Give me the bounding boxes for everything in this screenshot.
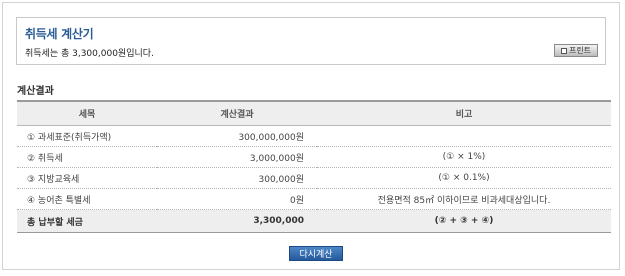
row-note: (① × 0.1%) <box>317 167 611 189</box>
column-header-result: 계산결과 <box>157 101 317 126</box>
row-item: ④ 농어촌 특별세 <box>17 188 157 210</box>
total-item: 총 납부할 세금 <box>17 209 157 233</box>
print-button-label: 프린트 <box>568 46 592 55</box>
row-result: 3,000,000원 <box>157 146 317 168</box>
calculator-panel: 취득세 계산기 취득세는 총 3,300,000원입니다. 프린트 계산결과 세… <box>2 2 620 270</box>
summary-box: 취득세 계산기 취득세는 총 3,300,000원입니다. 프린트 <box>16 17 606 65</box>
row-item: ③ 지방교육세 <box>17 167 157 189</box>
total-tax-summary: 취득세는 총 3,300,000원입니다. <box>25 49 154 59</box>
section-title: 계산결과 <box>17 86 54 97</box>
row-result: 300,000,000원 <box>157 125 317 147</box>
column-header-note: 비고 <box>317 101 611 126</box>
row-result: 0원 <box>157 188 317 210</box>
table-row: ④ 농어촌 특별세 0원 전용면적 85㎡ 이하이므로 비과세대상입니다. <box>17 188 611 210</box>
row-note: (① × 1%) <box>317 146 611 168</box>
calculator-title: 취득세 계산기 <box>25 27 94 41</box>
table-row: ③ 지방교육세 300,000원 (① × 0.1%) <box>17 167 611 189</box>
total-note: (② + ③ + ④) <box>317 209 611 233</box>
total-result: 3,300,000 <box>157 209 317 233</box>
recalculate-button[interactable]: 다시계산 <box>289 246 343 261</box>
table-header-row: 세목 계산결과 비고 <box>17 101 611 126</box>
row-item: ② 취득세 <box>17 146 157 168</box>
print-button[interactable]: 프린트 <box>554 44 598 57</box>
table-row: ② 취득세 3,000,000원 (① × 1%) <box>17 146 611 168</box>
row-note: 전용면적 85㎡ 이하이므로 비과세대상입니다. <box>317 188 611 210</box>
print-icon <box>560 47 567 54</box>
result-table: 세목 계산결과 비고 ① 과세표준(취득가액) 300,000,000원 ② 취… <box>17 100 611 233</box>
column-header-item: 세목 <box>17 101 157 126</box>
table-row: ① 과세표준(취득가액) 300,000,000원 <box>17 125 611 147</box>
row-item: ① 과세표준(취득가액) <box>17 125 157 147</box>
total-row: 총 납부할 세금 3,300,000 (② + ③ + ④) <box>17 209 611 233</box>
row-note <box>317 125 611 147</box>
row-result: 300,000원 <box>157 167 317 189</box>
